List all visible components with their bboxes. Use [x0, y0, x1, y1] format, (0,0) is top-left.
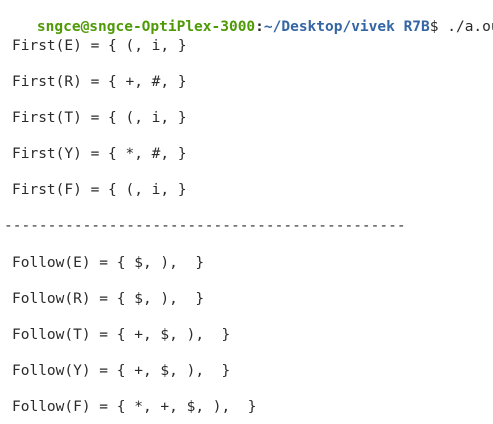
- output-follow-t: Follow(T) = { +, $, ), }: [12, 327, 231, 343]
- prompt-colon: :: [255, 19, 264, 35]
- output-first-t: First(T) = { (, i, }: [12, 110, 187, 126]
- output-follow-e: Follow(E) = { $, ), }: [12, 255, 205, 271]
- terminal-window[interactable]: sngce@sngce-OptiPlex-3000:~/Desktop/vive…: [0, 0, 493, 424]
- prompt-command: ./a.out: [447, 19, 493, 35]
- output-follow-f: Follow(F) = { *, +, $, ), }: [12, 399, 257, 415]
- prompt-user-host: sngce@sngce-OptiPlex-3000: [36, 19, 256, 35]
- prompt-path: ~/Desktop/vivek R7B: [263, 19, 430, 35]
- output-first-e: First(E) = { (, i, }: [12, 38, 187, 54]
- output-first-f: First(F) = { (, i, }: [12, 182, 187, 198]
- output-follow-y: Follow(Y) = { +, $, ), }: [12, 363, 231, 379]
- output-first-y: First(Y) = { *, #, }: [12, 146, 187, 162]
- output-follow-r: Follow(R) = { $, ), }: [12, 291, 205, 307]
- shell-prompt: sngce@sngce-OptiPlex-3000:~/Desktop/vive…: [2, 0, 493, 35]
- prompt-dollar: $: [429, 19, 439, 35]
- output-first-r: First(R) = { +, #, }: [12, 74, 187, 90]
- output-separator: ----------------------------------------…: [4, 218, 406, 234]
